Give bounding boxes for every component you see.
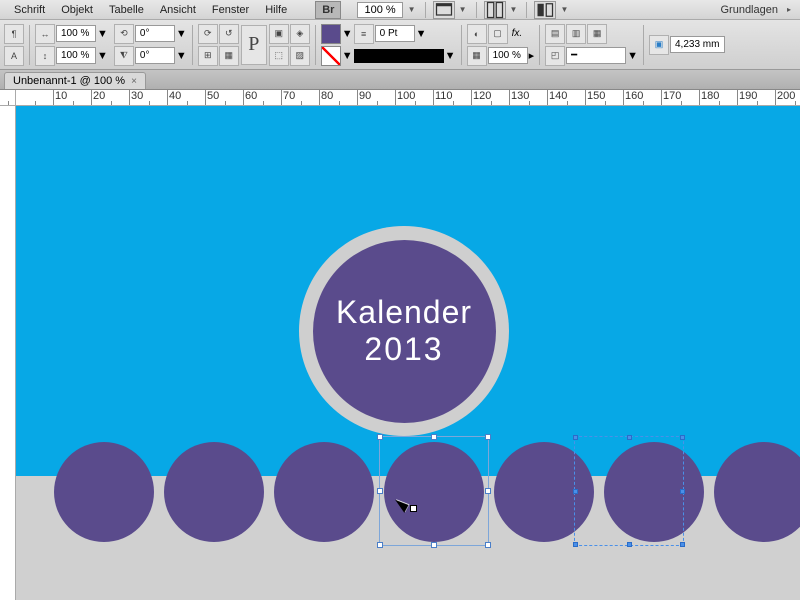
frame-edge-button[interactable]: ▣ <box>649 35 669 55</box>
smart-guide-box <box>574 436 684 546</box>
tab-title: Unbenannt-1 @ 100 % <box>13 75 125 87</box>
char-format-button[interactable]: ¶ <box>4 24 24 44</box>
month-circle[interactable] <box>54 442 154 542</box>
view-dropdown-icon[interactable]: ▼ <box>557 5 571 14</box>
wrap-button-3[interactable]: ⬚ <box>269 46 289 66</box>
shear-icon: ⧨ <box>114 46 134 66</box>
title-circle[interactable]: Kalender 2013 <box>299 226 509 436</box>
document-tabs: Unbenannt-1 @ 100 % × <box>0 70 800 90</box>
effects-button-2[interactable]: ▢ <box>488 24 508 44</box>
dimension-field[interactable]: 4,233 mm <box>670 36 725 53</box>
menu-fenster[interactable]: Fenster <box>204 2 257 18</box>
month-circle[interactable] <box>274 442 374 542</box>
menu-objekt[interactable]: Objekt <box>53 2 101 18</box>
main-menu: Schrift Objekt Tabelle Ansicht Fenster H… <box>0 0 800 20</box>
stroke-style[interactable] <box>354 49 444 63</box>
fill-swatch[interactable] <box>321 24 341 44</box>
menu-tabelle[interactable]: Tabelle <box>101 2 152 18</box>
zoom-level[interactable]: 100 % <box>357 2 402 18</box>
shear-field[interactable]: 0° <box>135 47 175 64</box>
scale-x-field[interactable]: 100 % <box>56 25 96 42</box>
screen-mode-button[interactable] <box>433 1 455 19</box>
para-format-button[interactable]: A <box>4 46 24 66</box>
opacity-field[interactable]: 100 % <box>488 47 528 64</box>
opacity-icon: ▦ <box>467 46 487 66</box>
flip-h-button[interactable]: ⟳ <box>198 24 218 44</box>
text-wrap-2[interactable]: ▥ <box>566 24 586 44</box>
canvas[interactable]: Kalender 2013 <box>0 106 800 600</box>
zoom-dropdown-icon[interactable]: ▼ <box>405 5 419 14</box>
stroke-weight-field[interactable]: 0 Pt <box>375 25 415 42</box>
vertical-ruler[interactable] <box>0 106 16 600</box>
menu-schrift[interactable]: Schrift <box>6 2 53 18</box>
wrap-button-4[interactable]: ▨ <box>290 46 310 66</box>
effects-button-1[interactable]: ◐ <box>467 24 487 44</box>
control-panel: ¶ A ↔ 100 % ▼ ↕ 100 % ▼ ⟲ 0° ▼ ⧨ 0° ▼ ⟳ <box>0 20 800 70</box>
stroke-weight-icon: ≡ <box>354 24 374 44</box>
stroke-swatch[interactable] <box>321 46 341 66</box>
workspace-dropdown-icon[interactable]: ▸ <box>784 5 794 14</box>
bridge-button[interactable]: Br <box>315 1 341 19</box>
scale-x-icon: ↔ <box>35 24 55 44</box>
scale-y-icon: ↕ <box>35 46 55 66</box>
workspace-selector[interactable]: Grundlagen <box>714 2 784 18</box>
wrap-button-2[interactable]: ◈ <box>290 24 310 44</box>
month-circle[interactable] <box>164 442 264 542</box>
corner-dropdown[interactable]: ━ <box>566 47 626 64</box>
rotate-field[interactable]: 0° <box>135 25 175 42</box>
view-options-button[interactable] <box>534 1 556 19</box>
text-wrap-1[interactable]: ▤ <box>545 24 565 44</box>
selection-bounds <box>379 436 489 546</box>
title-text: Kalender <box>336 294 472 331</box>
arrange-dropdown-icon[interactable]: ▼ <box>507 5 521 14</box>
artboard[interactable]: Kalender 2013 <box>16 106 800 600</box>
character-panel-button[interactable]: P <box>241 25 267 65</box>
wrap-button-1[interactable]: ▣ <box>269 24 289 44</box>
text-wrap-3[interactable]: ▦ <box>587 24 607 44</box>
distribute-button[interactable]: ▦ <box>219 46 239 66</box>
fx-button[interactable]: fx. <box>509 28 526 39</box>
year-text: 2013 <box>364 331 443 368</box>
scale-y-field[interactable]: 100 % <box>56 47 96 64</box>
menu-hilfe[interactable]: Hilfe <box>257 2 295 18</box>
horizontal-ruler[interactable]: 10 20 30 40 50 60 70 80 90 100 110 120 1… <box>0 90 800 106</box>
arrange-docs-button[interactable] <box>484 1 506 19</box>
rotate-icon: ⟲ <box>114 24 134 44</box>
menu-ansicht[interactable]: Ansicht <box>152 2 204 18</box>
flip-v-button[interactable]: ↺ <box>219 24 239 44</box>
document-tab[interactable]: Unbenannt-1 @ 100 % × <box>4 72 146 89</box>
close-icon[interactable]: × <box>131 76 137 87</box>
align-button[interactable]: ⊞ <box>198 46 218 66</box>
screen-mode-dropdown-icon[interactable]: ▼ <box>456 5 470 14</box>
corner-button[interactable]: ◰ <box>545 46 565 66</box>
